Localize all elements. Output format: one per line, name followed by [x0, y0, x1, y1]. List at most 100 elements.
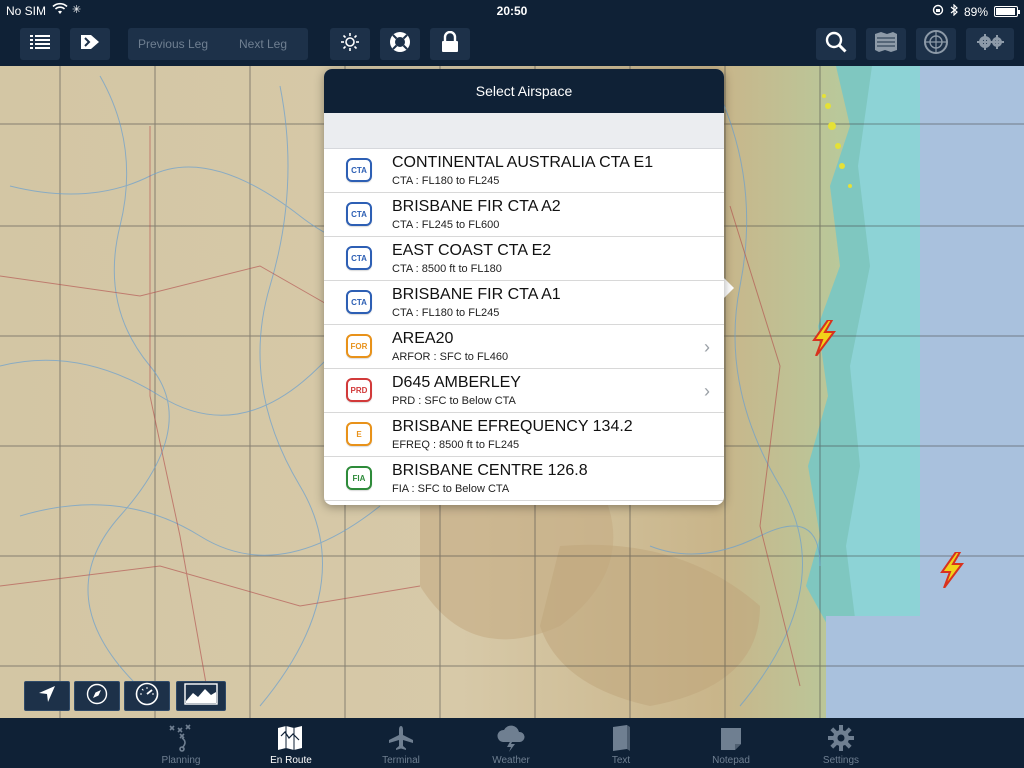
cta-badge-icon: CTA	[346, 158, 372, 182]
battery-fill	[996, 8, 1015, 15]
bluetooth-icon	[950, 3, 958, 19]
airspace-row[interactable]: CTA BRISBANE FIR CTA A1 CTA : FL180 to F…	[324, 281, 724, 325]
leg-navigation: Previous Leg Next Leg	[128, 28, 308, 60]
tab-label: Notepad	[712, 755, 750, 766]
previous-leg-button[interactable]: Previous Leg	[128, 37, 218, 51]
airspace-title: BRISBANE FIR CTA A2	[392, 198, 561, 215]
tab-text[interactable]: Text	[586, 718, 656, 768]
airspace-title: CONTINENTAL AUSTRALIA CTA E1	[392, 154, 654, 171]
emergency-button[interactable]	[380, 28, 420, 60]
lightning-warning-icon[interactable]	[936, 551, 966, 593]
airspace-title: AREA20	[392, 330, 454, 347]
airspace-title: EAST COAST CTA E2	[392, 242, 552, 259]
airspace-title: D645 AMBERLEY	[392, 374, 521, 391]
radar-globe-icon	[923, 29, 949, 60]
instruments-button[interactable]	[124, 681, 170, 711]
tab-settings[interactable]: Settings	[806, 718, 876, 768]
airspace-subtitle: CTA : 8500 ft to FL180	[392, 263, 502, 275]
airspace-row[interactable]: FOR AREA20 ARFOR : SFC to FL460 ›	[324, 325, 724, 369]
tab-label: En Route	[270, 755, 312, 766]
airspace-subtitle: PRD : SFC to Below CTA	[392, 395, 516, 407]
map-icon	[256, 718, 326, 752]
tab-label: Terminal	[382, 755, 420, 766]
cta-badge-icon: CTA	[346, 202, 372, 226]
airspace-list: CTA CONTINENTAL AUSTRALIA CTA E1 CTA : F…	[324, 149, 724, 501]
tab-notepad[interactable]: Notepad	[696, 718, 766, 768]
book-icon	[586, 718, 656, 752]
top-toolbar: Previous Leg Next Leg	[0, 22, 1024, 66]
tab-label: Settings	[822, 755, 860, 766]
tab-planning[interactable]: Planning	[146, 718, 216, 768]
tab-terminal[interactable]: Terminal	[366, 718, 436, 768]
notepad-icon	[696, 718, 766, 752]
map-settings-button[interactable]	[966, 28, 1014, 60]
select-airspace-popover: Select Airspace CTA CONTINENTAL AUSTRALI…	[324, 69, 724, 505]
chevron-right-icon: ›	[704, 337, 710, 357]
tab-label: Planning	[161, 755, 201, 766]
airplane-icon	[366, 718, 436, 752]
map-layers-button[interactable]	[866, 28, 906, 60]
gears-icon	[975, 31, 1005, 58]
terrain-profile-icon	[184, 682, 218, 710]
lock-icon	[441, 30, 459, 58]
track-up-button[interactable]	[24, 681, 70, 711]
orientation-lock-icon	[932, 4, 944, 19]
route-planning-icon	[146, 718, 216, 752]
status-time: 20:50	[496, 4, 528, 18]
chart-layers-icon	[873, 31, 899, 58]
direct-to-icon	[79, 33, 101, 56]
forecast-area-badge-icon: FOR	[346, 334, 372, 358]
menu-list-button[interactable]	[20, 28, 60, 60]
tab-en-route[interactable]: En Route	[256, 718, 326, 768]
tab-label: Weather	[492, 755, 530, 766]
fia-badge-icon: FIA	[346, 466, 372, 490]
airspace-title: BRISBANE EFREQUENCY 134.2	[392, 418, 633, 435]
chevron-right-icon: ›	[704, 381, 710, 401]
weather-cloud-icon	[476, 718, 546, 752]
airspace-subtitle: CTA : FL180 to FL245	[392, 175, 500, 187]
airspace-title: BRISBANE FIR CTA A1	[392, 286, 561, 303]
tab-weather[interactable]: Weather	[476, 718, 546, 768]
airspace-title: BRISBANE CENTRE 126.8	[392, 462, 588, 479]
search-button[interactable]	[816, 28, 856, 60]
brightness-button[interactable]	[330, 28, 370, 60]
popover-title: Select Airspace	[475, 83, 573, 99]
next-leg-button[interactable]: Next Leg	[218, 37, 308, 51]
airspace-subtitle: EFREQ : 8500 ft to FL245	[392, 439, 520, 451]
popover-header: Select Airspace	[324, 69, 724, 113]
direct-to-button[interactable]	[70, 28, 110, 60]
airspace-subtitle: ARFOR : SFC to FL460	[392, 351, 509, 363]
tab-label: Text	[611, 755, 631, 766]
battery-icon	[994, 6, 1020, 17]
airspace-subtitle: CTA : FL180 to FL245	[392, 307, 500, 319]
compass-button[interactable]	[74, 681, 120, 711]
terrain-profile-button[interactable]	[176, 681, 226, 711]
navigation-arrow-icon	[37, 684, 57, 709]
lifebuoy-icon	[388, 30, 412, 59]
airspace-subtitle: CTA : FL245 to FL600	[392, 219, 500, 231]
airspace-row[interactable]: CTA BRISBANE FIR CTA A2 CTA : FL245 to F…	[324, 193, 724, 237]
efrequency-badge-icon: E	[346, 422, 372, 446]
gear-icon	[806, 718, 876, 752]
sun-icon	[340, 32, 360, 57]
airspace-row[interactable]: PRD D645 AMBERLEY PRD : SFC to Below CTA…	[324, 369, 724, 413]
airspace-row[interactable]: CTA CONTINENTAL AUSTRALIA CTA E1 CTA : F…	[324, 149, 724, 193]
battery-percent: 89%	[963, 4, 988, 19]
compass-icon	[86, 683, 108, 710]
lock-button[interactable]	[430, 28, 470, 60]
status-bar: No SIM ✳ 20:50 89%	[0, 0, 1024, 22]
radar-button[interactable]	[916, 28, 956, 60]
tab-bar: Planning En Route Terminal Weather Text …	[0, 718, 1024, 768]
list-icon	[30, 34, 50, 55]
popover-search-strip	[324, 113, 724, 149]
search-icon	[825, 31, 847, 58]
gauge-icon	[135, 682, 159, 711]
airspace-subtitle: FIA : SFC to Below CTA	[392, 483, 510, 495]
airspace-row[interactable]: CTA EAST COAST CTA E2 CTA : 8500 ft to F…	[324, 237, 724, 281]
lightning-warning-icon[interactable]	[808, 319, 838, 361]
cta-badge-icon: CTA	[346, 290, 372, 314]
airspace-row[interactable]: FIA BRISBANE CENTRE 126.8 FIA : SFC to B…	[324, 457, 724, 501]
prohibited-restricted-badge-icon: PRD	[346, 378, 372, 402]
airspace-row[interactable]: E BRISBANE EFREQUENCY 134.2 EFREQ : 8500…	[324, 413, 724, 457]
cta-badge-icon: CTA	[346, 246, 372, 270]
